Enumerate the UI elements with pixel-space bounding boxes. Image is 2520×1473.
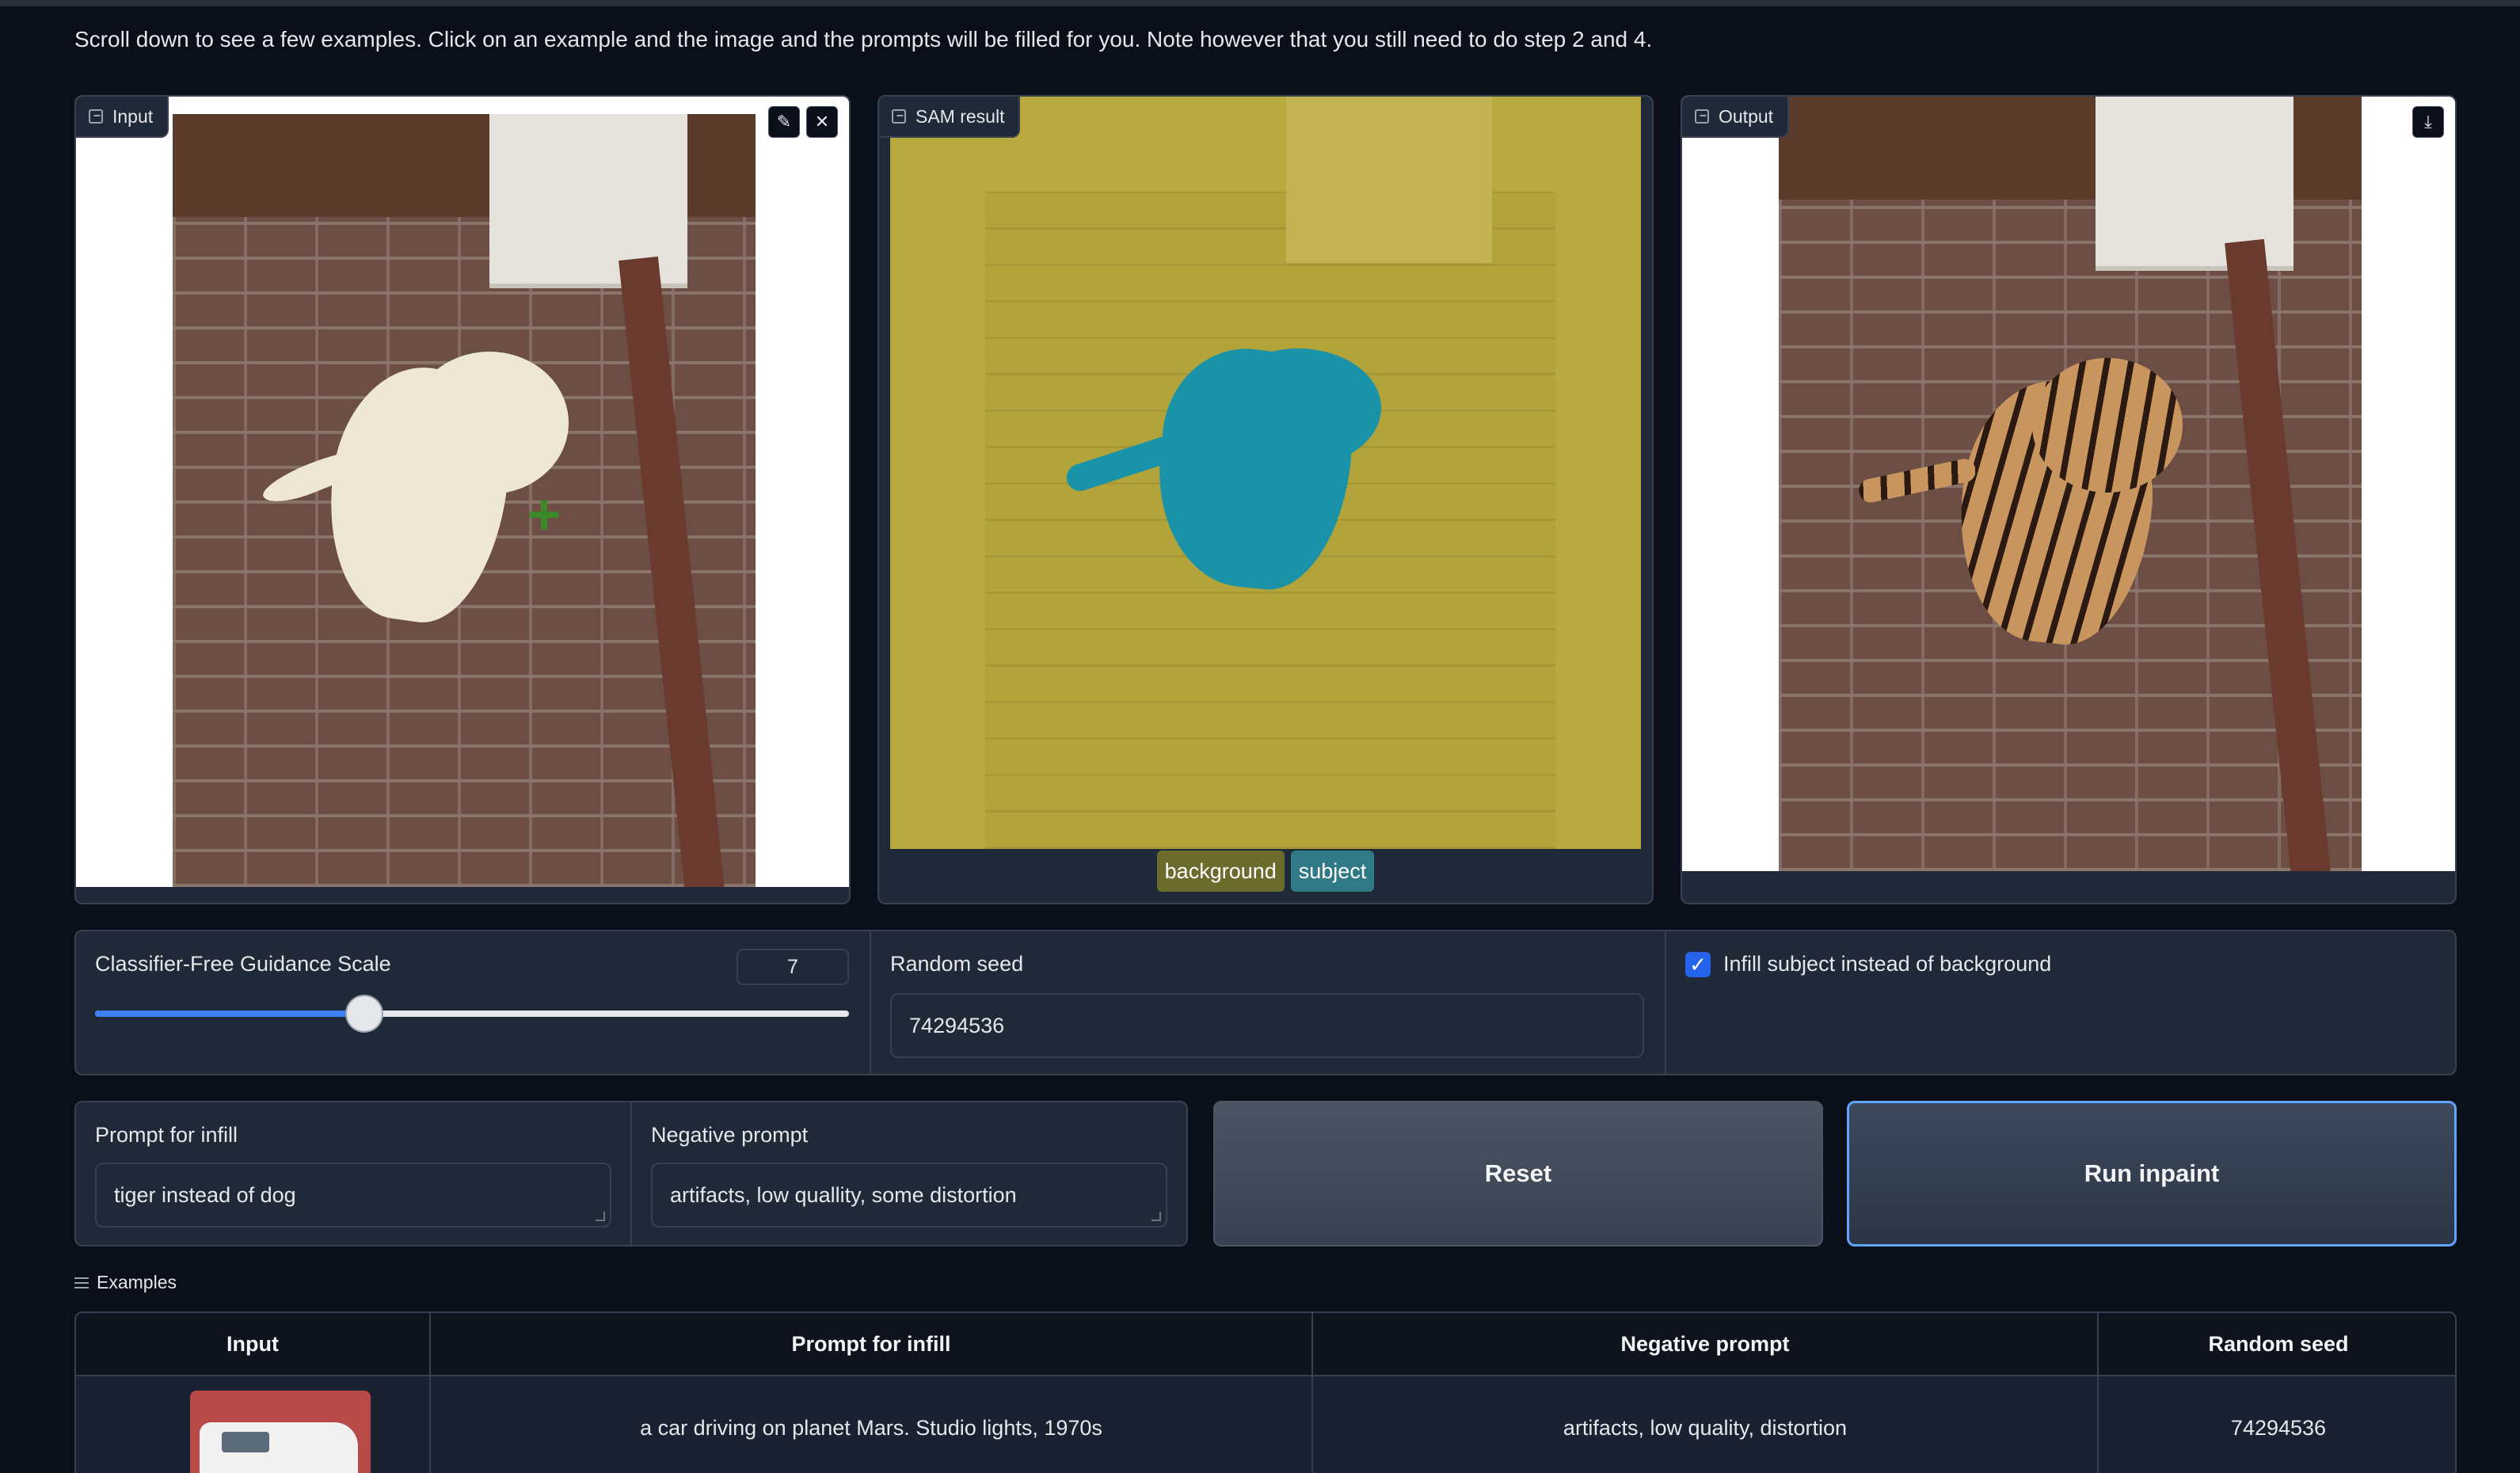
sam-segmentation-image <box>890 97 1641 849</box>
cfg-scale-label: Classifier-Free Guidance Scale <box>95 952 391 976</box>
table-row[interactable]: a car driving on planet Mars. Studio lig… <box>76 1376 2455 1473</box>
negative-prompt-value: artifacts, low quallity, some distortion <box>670 1182 1017 1207</box>
cfg-scale-slider-fill <box>95 1011 364 1017</box>
input-image-panel[interactable]: Input ✎ ✕ + <box>74 95 851 904</box>
infill-option-control: ✓ Infill subject instead of background <box>1665 931 2455 1074</box>
cfg-scale-slider-thumb[interactable] <box>346 996 382 1031</box>
examples-header[interactable]: Examples <box>74 1272 177 1293</box>
example-input-cell[interactable] <box>76 1376 431 1473</box>
intro-text: Scroll down to see a few examples. Click… <box>74 27 1653 51</box>
infill-prompt-label: Prompt for infill <box>95 1123 238 1147</box>
examples-title: Examples <box>97 1272 177 1292</box>
column-header-seed: Random seed <box>2208 1331 2349 1356</box>
infill-subject-label: Infill subject instead of background <box>1723 952 2052 976</box>
resize-handle-icon[interactable] <box>1152 1212 1161 1221</box>
image-icon <box>1695 109 1709 124</box>
prompt-row: Prompt for infill tiger instead of dog N… <box>74 1101 1188 1247</box>
dog-head <box>410 352 569 494</box>
cfg-scale-control: Classifier-Free Guidance Scale 7 <box>76 931 870 1074</box>
legend-subject: subject <box>1290 851 1375 892</box>
image-icon <box>892 109 906 124</box>
examples-table: Input Prompt for infill Negative prompt … <box>74 1311 2457 1473</box>
column-header-negative: Negative prompt <box>1313 1313 2099 1375</box>
run-inpaint-button[interactable]: Run inpaint <box>1847 1101 2457 1247</box>
edit-icon[interactable]: ✎ <box>768 106 800 138</box>
infill-prompt-control: Prompt for infill tiger instead of dog <box>76 1102 630 1245</box>
reset-button[interactable]: Reset <box>1213 1101 1823 1247</box>
point-marker-icon[interactable]: + <box>527 486 561 543</box>
top-border <box>0 0 2520 6</box>
negative-prompt-textarea[interactable]: artifacts, low quallity, some distortion <box>651 1163 1167 1228</box>
column-header-input: Input <box>76 1313 431 1375</box>
example-seed-cell[interactable]: 74294536 <box>2099 1376 2455 1473</box>
tiger-head <box>2032 358 2183 493</box>
infill-prompt-value: tiger instead of dog <box>114 1182 296 1207</box>
output-photo <box>1779 97 2362 871</box>
input-photo[interactable]: + <box>173 114 756 887</box>
input-label-text: Input <box>112 105 154 127</box>
example-negative-cell[interactable]: artifacts, low quality, distortion <box>1313 1376 2099 1473</box>
image-icon <box>89 109 103 124</box>
segmentation-legend: background subject <box>879 851 1652 892</box>
random-seed-label: Random seed <box>890 952 1024 976</box>
download-icon[interactable]: ⤓ <box>2412 106 2444 138</box>
output-panel-label: Output <box>1682 97 1790 138</box>
resize-handle-icon[interactable] <box>596 1212 605 1221</box>
column-header-prompt: Prompt for infill <box>431 1313 1313 1375</box>
settings-row: Classifier-Free Guidance Scale 7 Random … <box>74 930 2457 1075</box>
list-icon <box>74 1277 89 1288</box>
sam-panel-label: SAM result <box>879 97 1021 138</box>
output-label-text: Output <box>1719 105 1774 127</box>
sam-label-text: SAM result <box>915 105 1005 127</box>
close-icon[interactable]: ✕ <box>806 106 838 138</box>
output-canvas <box>1682 97 2455 871</box>
output-image-panel: Output ⤓ <box>1681 95 2457 904</box>
example-prompt-cell[interactable]: a car driving on planet Mars. Studio lig… <box>431 1376 1313 1473</box>
infill-subject-checkbox[interactable]: ✓ <box>1685 952 1711 977</box>
input-canvas[interactable]: + <box>76 97 849 887</box>
sam-result-panel: SAM result background subject <box>877 95 1654 904</box>
input-panel-label: Input <box>76 97 169 138</box>
cfg-scale-number-input[interactable]: 7 <box>737 949 849 985</box>
example-thumbnail[interactable] <box>190 1391 371 1473</box>
examples-table-header: Input Prompt for infill Negative prompt … <box>76 1313 2455 1376</box>
infill-prompt-textarea[interactable]: tiger instead of dog <box>95 1163 611 1228</box>
negative-prompt-control: Negative prompt artifacts, low quallity,… <box>630 1102 1186 1245</box>
random-seed-input[interactable]: 74294536 <box>890 993 1644 1058</box>
negative-prompt-label: Negative prompt <box>651 1123 809 1147</box>
cfg-scale-slider[interactable] <box>95 996 849 1031</box>
legend-background: background <box>1156 851 1285 892</box>
random-seed-control: Random seed 74294536 <box>870 931 1665 1074</box>
